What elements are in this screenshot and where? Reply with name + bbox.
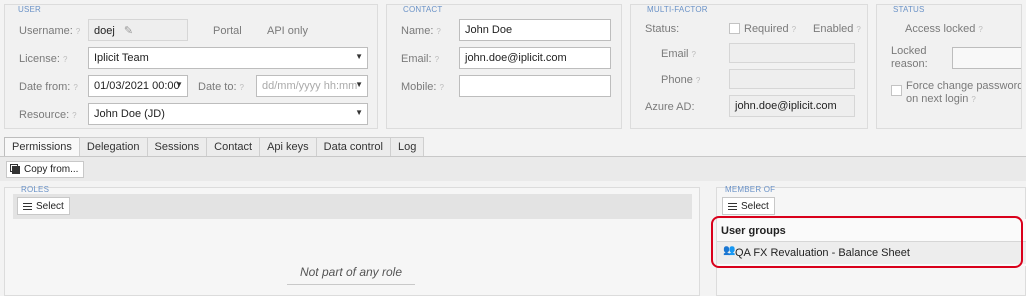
force-change-label: Force change password on next login? — [906, 80, 1022, 105]
help-icon: ? — [72, 111, 77, 120]
force-change-checkbox[interactable] — [891, 85, 902, 96]
user-legend: USER — [18, 5, 42, 14]
help-icon: ? — [436, 27, 441, 36]
resource-label: Resource:? — [19, 109, 77, 121]
mfa-phone-field[interactable] — [729, 69, 855, 89]
pencil-icon[interactable]: ✎ — [124, 25, 133, 37]
help-icon: ? — [62, 55, 68, 64]
user-panel: USER Username:? doej ✎ Portal API only L… — [4, 4, 378, 129]
help-icon: ? — [856, 25, 861, 34]
roles-toolbar — [13, 194, 692, 219]
date-to-picker[interactable]: dd/mm/yyyy hh:mm ▼ — [256, 75, 368, 97]
resource-select[interactable]: John Doe (JD) ▼ — [88, 103, 368, 125]
menu-icon — [23, 202, 32, 210]
help-icon: ? — [239, 83, 244, 92]
date-to-label: Date to:? — [198, 81, 244, 93]
contact-panel: CONTACT Name:? John Doe Email:? john.doe… — [386, 4, 622, 129]
chevron-down-icon[interactable]: ▼ — [175, 80, 183, 89]
email-label: Email:? — [401, 53, 440, 65]
tab-delegation[interactable]: Delegation — [78, 137, 148, 157]
roles-legend: ROLES — [21, 185, 50, 194]
mobile-label: Mobile:? — [401, 81, 444, 93]
member-of-select-button[interactable]: Select — [722, 197, 775, 215]
help-icon: ? — [971, 95, 976, 104]
azure-ad-label: Azure AD: — [645, 101, 695, 113]
email-field[interactable]: john.doe@iplicit.com — [459, 47, 611, 69]
license-label: License:? — [19, 53, 68, 65]
date-from-label: Date from:? — [19, 81, 78, 93]
api-only-label: API only — [267, 25, 308, 37]
required-label: Required? — [744, 23, 797, 35]
help-icon: ? — [73, 83, 78, 92]
tab-api-keys[interactable]: Api keys — [259, 137, 317, 157]
mfa-legend: MULTI-FACTOR — [647, 5, 708, 14]
date-from-picker[interactable]: 01/03/2021 00:00 ▼ — [88, 75, 188, 97]
tab-contact[interactable]: Contact — [206, 137, 261, 157]
mfa-phone-label: Phone? — [661, 74, 701, 86]
member-of-legend: MEMBER OF — [725, 185, 776, 194]
contact-legend: CONTACT — [403, 5, 443, 14]
help-icon: ? — [439, 83, 444, 92]
menu-icon — [728, 202, 737, 210]
access-locked-label: Access locked? — [905, 23, 983, 35]
help-icon: ? — [978, 25, 983, 34]
username-label: Username:? — [19, 25, 81, 37]
highlight-box — [711, 216, 1023, 268]
status-legend: STATUS — [893, 5, 925, 14]
tab-sessions[interactable]: Sessions — [146, 137, 208, 157]
tab-toolbar — [0, 157, 1026, 181]
help-icon: ? — [791, 25, 797, 34]
azure-ad-field[interactable]: john.doe@iplicit.com — [729, 95, 855, 117]
roles-select-button[interactable]: Select — [17, 197, 70, 215]
mfa-email-label: Email? — [661, 48, 696, 60]
username-field[interactable]: doej ✎ — [88, 19, 188, 41]
name-field[interactable]: John Doe — [459, 19, 611, 41]
copy-icon — [12, 165, 20, 174]
tab-log[interactable]: Log — [389, 137, 425, 157]
tab-permissions[interactable]: Permissions — [4, 137, 80, 157]
chevron-down-icon[interactable]: ▼ — [355, 52, 363, 61]
mfa-panel: MULTI-FACTOR Status: Required? Enabled? … — [630, 4, 868, 129]
help-icon: ? — [691, 50, 696, 59]
help-icon: ? — [434, 55, 440, 64]
locked-reason-field[interactable] — [952, 47, 1021, 69]
status-panel: STATUS Access locked? Locked reason: Forc… — [876, 4, 1022, 129]
mfa-status-label: Status: — [645, 23, 680, 35]
required-checkbox[interactable] — [729, 23, 740, 34]
roles-section: ROLES Select Not part of any role — [4, 185, 700, 296]
help-icon: ? — [75, 27, 81, 36]
name-label: Name:? — [401, 25, 441, 37]
chevron-down-icon[interactable]: ▼ — [355, 108, 363, 117]
tab-data-control[interactable]: Data control — [315, 137, 391, 157]
license-select[interactable]: Iplicit Team ▼ — [88, 47, 368, 69]
mfa-email-field[interactable] — [729, 43, 855, 63]
chevron-down-icon[interactable]: ▼ — [355, 80, 363, 89]
portal-label: Portal — [213, 25, 242, 37]
help-icon: ? — [695, 76, 701, 85]
locked-reason-label: Locked reason: — [891, 45, 928, 70]
enabled-label: Enabled? — [813, 23, 861, 35]
copy-from-button[interactable]: Copy from... — [6, 161, 85, 178]
roles-empty-message: Not part of any role — [287, 265, 415, 285]
tab-bar: Permissions Delegation Sessions Contact … — [4, 137, 425, 157]
mobile-field[interactable] — [459, 75, 611, 97]
